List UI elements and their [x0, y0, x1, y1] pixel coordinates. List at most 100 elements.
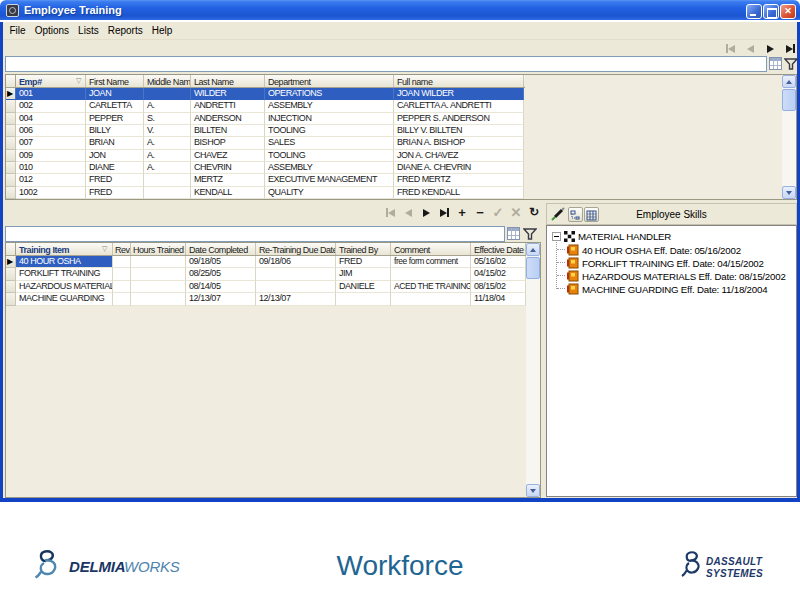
- dassault-text: DASSAULT: [706, 556, 763, 568]
- grid-lookup-icon-2[interactable]: [507, 227, 520, 240]
- col-header-rev[interactable]: Rev.: [113, 243, 131, 255]
- employee-cell: [144, 187, 191, 199]
- training-row[interactable]: ▶40 HOUR OSHA09/18/0509/18/06FREDfree fo…: [6, 256, 526, 268]
- employee-cell: V.: [144, 125, 191, 137]
- employee-filter-input[interactable]: [5, 56, 767, 72]
- skill-item-icon: [566, 244, 579, 256]
- menu-file[interactable]: File: [5, 23, 30, 38]
- scroll-thumb[interactable]: [782, 89, 796, 111]
- employee-row[interactable]: 007BRIANA.BISHOPSALESBRIAN A. BISHOP: [6, 137, 524, 149]
- employee-cell: JON A. CHAVEZ: [394, 150, 524, 162]
- col-header-full-name[interactable]: Full name: [394, 75, 524, 87]
- scroll-up-button[interactable]: [782, 75, 796, 88]
- skill-item-label[interactable]: FORKLIFT TRAINING Eff. Date: 04/15/2002: [582, 258, 764, 269]
- tree-expander[interactable]: [552, 232, 561, 241]
- employee-cell: BISHOP: [191, 137, 265, 149]
- employee-row[interactable]: 009JONA.CHAVEZTOOLINGJON A. CHAVEZ: [6, 150, 524, 162]
- menu-lists[interactable]: Lists: [74, 23, 104, 38]
- minimize-button[interactable]: [746, 4, 762, 19]
- maximize-button[interactable]: [763, 4, 779, 19]
- rec-cancel-button[interactable]: ✕: [508, 206, 524, 219]
- nav-next-button[interactable]: [762, 42, 778, 55]
- employee-row[interactable]: 002CARLETTAA.ANDRETTIASSEMBLYCARLETTA A.…: [6, 100, 524, 112]
- skills-tree: MATERIAL HANDLER 40 HOUR OSHA Eff. Date:…: [546, 225, 797, 497]
- col-header-training-item[interactable]: Training Item▽: [16, 243, 113, 255]
- training-cell: [131, 256, 186, 268]
- systemes-text: SYSTEMES: [706, 568, 763, 580]
- rec-post-button[interactable]: ✓: [490, 206, 506, 219]
- employee-row[interactable]: 012FREDMERTZEXECUTIVE MANAGEMENTFRED MER…: [6, 174, 524, 186]
- col-header-middle-name[interactable]: Middle Name: [144, 75, 191, 87]
- filter-funnel-icon-2[interactable]: [523, 227, 537, 241]
- col-header-hours[interactable]: Hours Trained: [131, 243, 186, 255]
- skill-item-label[interactable]: HAZARDOUS MATERIALS Eff. Date: 08/15/200…: [582, 271, 786, 282]
- scroll-up-button-2[interactable]: [526, 243, 540, 256]
- col-header-comment[interactable]: Comment: [391, 243, 471, 255]
- training-cell: 09/18/06: [256, 256, 336, 268]
- menu-help[interactable]: Help: [147, 23, 177, 38]
- skill-item-label[interactable]: MACHINE GUARDING Eff. Date: 11/18/2004: [582, 284, 767, 295]
- nav-first-button[interactable]: [722, 42, 738, 55]
- training-cell: HAZARDOUS MATERIALS: [16, 281, 113, 293]
- filter-funnel-icon[interactable]: [784, 57, 798, 71]
- col-header-date-completed[interactable]: Date Completed: [186, 243, 256, 255]
- menu-reports[interactable]: Reports: [103, 23, 147, 38]
- employee-row[interactable]: 004PEPPERS.ANDERSONINJECTIONPEPPER S. AN…: [6, 113, 524, 125]
- employee-row[interactable]: 006BILLYV.BILLTENTOOLINGBILLY V. BILLTEN: [6, 125, 524, 137]
- employee-row[interactable]: ▶001JOANWILDEROPERATIONSJOAN WILDER: [6, 88, 524, 100]
- training-cell: 08/15/02: [471, 281, 526, 293]
- tree-root-label[interactable]: MATERIAL HANDLER: [578, 231, 671, 242]
- col-header-first-name[interactable]: First Name: [86, 75, 144, 87]
- training-cell: JIM: [336, 268, 391, 280]
- training-row[interactable]: MACHINE GUARDING12/13/0712/13/0711/18/04: [6, 293, 526, 305]
- menu-options[interactable]: Options: [30, 23, 73, 38]
- training-row[interactable]: FORKLIFT TRAINING08/25/05JIM04/15/02: [6, 268, 526, 280]
- employee-table-scrollbar[interactable]: [782, 75, 796, 199]
- training-cell: 09/18/05: [186, 256, 256, 268]
- training-cell: [256, 268, 336, 280]
- rec-prev-button[interactable]: [400, 206, 416, 219]
- employee-row[interactable]: 1002FREDKENDALLQUALITYFRED KENDALL: [6, 187, 524, 199]
- nav-prev-button[interactable]: [742, 42, 758, 55]
- rec-refresh-button[interactable]: ↻: [526, 206, 542, 219]
- col-header-retraining[interactable]: Re-Training Due Date: [256, 243, 336, 255]
- rec-delete-button[interactable]: −: [472, 206, 488, 219]
- employee-cell: S.: [144, 113, 191, 125]
- employee-cell: JOAN: [86, 88, 144, 100]
- col-header-department[interactable]: Department: [265, 75, 394, 87]
- nav-last-button[interactable]: [782, 42, 798, 55]
- employee-row[interactable]: 010DIANEA.CHEVRINASSEMBLYDIANE A. CHEVRI…: [6, 162, 524, 174]
- rec-first-button[interactable]: [382, 206, 398, 219]
- rec-insert-button[interactable]: +: [454, 206, 470, 219]
- close-button[interactable]: [780, 4, 796, 19]
- training-cell: 05/16/02: [471, 256, 526, 268]
- window-title: Employee Training: [24, 4, 122, 16]
- scroll-down-button[interactable]: [782, 186, 796, 199]
- employee-cell: CARLETTA: [86, 100, 144, 112]
- training-cell: 12/13/07: [256, 293, 336, 305]
- skill-item-label[interactable]: 40 HOUR OSHA Eff. Date: 05/16/2002: [582, 245, 741, 256]
- grid-lookup-icon[interactable]: [769, 57, 782, 70]
- rec-last-button[interactable]: [436, 206, 452, 219]
- employee-cell: FRED: [86, 187, 144, 199]
- training-cell: FRED: [336, 256, 391, 268]
- col-header-trained-by[interactable]: Trained By: [336, 243, 391, 255]
- scroll-down-button-2[interactable]: [526, 484, 540, 497]
- col-header-emp[interactable]: Emp#▽: [16, 75, 86, 87]
- training-row[interactable]: HAZARDOUS MATERIALS08/14/05DANIELEACED T…: [6, 281, 526, 293]
- employee-cell: JON: [86, 150, 144, 162]
- training-cell: ACED THE TRAINING: [391, 281, 471, 293]
- rec-next-button[interactable]: [418, 206, 434, 219]
- col-header-effective[interactable]: Effective Date: [471, 243, 526, 255]
- scroll-thumb-2[interactable]: [526, 257, 540, 279]
- employee-cell: 010: [16, 162, 86, 174]
- col-header-last-name[interactable]: Last Name: [191, 75, 265, 87]
- training-table-scrollbar[interactable]: [526, 243, 540, 497]
- training-filter-input[interactable]: [5, 226, 505, 242]
- employee-cell: 007: [16, 137, 86, 149]
- skill-item-icon: [566, 257, 579, 269]
- employee-cell: OPERATIONS: [265, 88, 394, 100]
- employee-cell: FRED: [86, 174, 144, 186]
- training-cell: [113, 268, 131, 280]
- employee-table-header: Emp#▽ First Name Middle Name Last Name D…: [6, 75, 525, 88]
